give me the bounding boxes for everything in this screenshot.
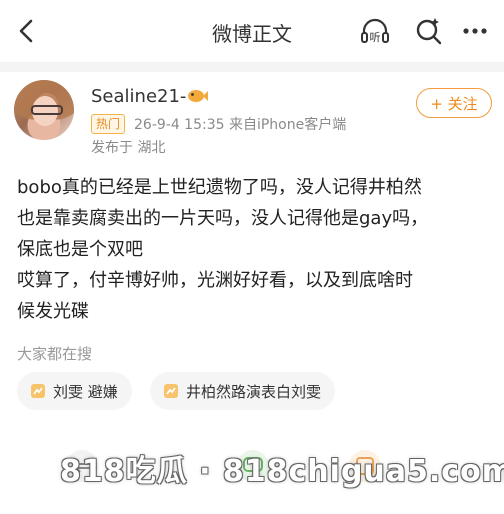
post-line: 保底也是个双吧 (17, 239, 143, 260)
section-divider (0, 62, 504, 72)
post-content: bobo真的已经是上世纪遗物了吗，没人记得井柏然 也是靠卖腐卖出的一片天吗，没人… (17, 172, 497, 327)
post-line: 哎算了，付辛博好帅，光渊好好看，以及到底啥时 (17, 270, 413, 291)
watermark: 818吃瓜 · 818chigua5.com (60, 454, 504, 489)
hot-tag: 热门 (91, 114, 126, 134)
follow-button[interactable]: + 关注 (416, 88, 492, 118)
search-icon[interactable] (412, 14, 446, 48)
avatar[interactable] (14, 80, 74, 140)
post-line: 也是靠卖腐卖出的一片天吗，没人记得他是gay吗， (17, 208, 429, 229)
trending-chip[interactable]: 井柏然路演表白刘雯 (150, 372, 336, 410)
trending-title: 大家都在搜 (17, 345, 93, 363)
listen-label: 听 (370, 31, 381, 44)
post-location: 发布于 湖北 (91, 140, 166, 156)
post-line: 候发光碟 (17, 301, 89, 322)
post-meta: 26-9-4 15:35 来自iPhone客户端 (134, 117, 347, 133)
fish-badge-icon (188, 90, 208, 102)
post-line: bobo真的已经是上世纪遗物了吗，没人记得井柏然 (17, 177, 422, 198)
trending-icon (31, 384, 45, 398)
trending-icon (164, 384, 178, 398)
more-icon[interactable] (458, 14, 492, 48)
username[interactable]: Sealine21- (91, 86, 186, 107)
listen-icon[interactable]: 听 (358, 14, 392, 48)
trending-chip[interactable]: 刘雯 避嫌 (17, 372, 132, 410)
trending-chip-label: 井柏然路演表白刘雯 (186, 382, 322, 401)
trending-chip-label: 刘雯 避嫌 (53, 382, 118, 401)
